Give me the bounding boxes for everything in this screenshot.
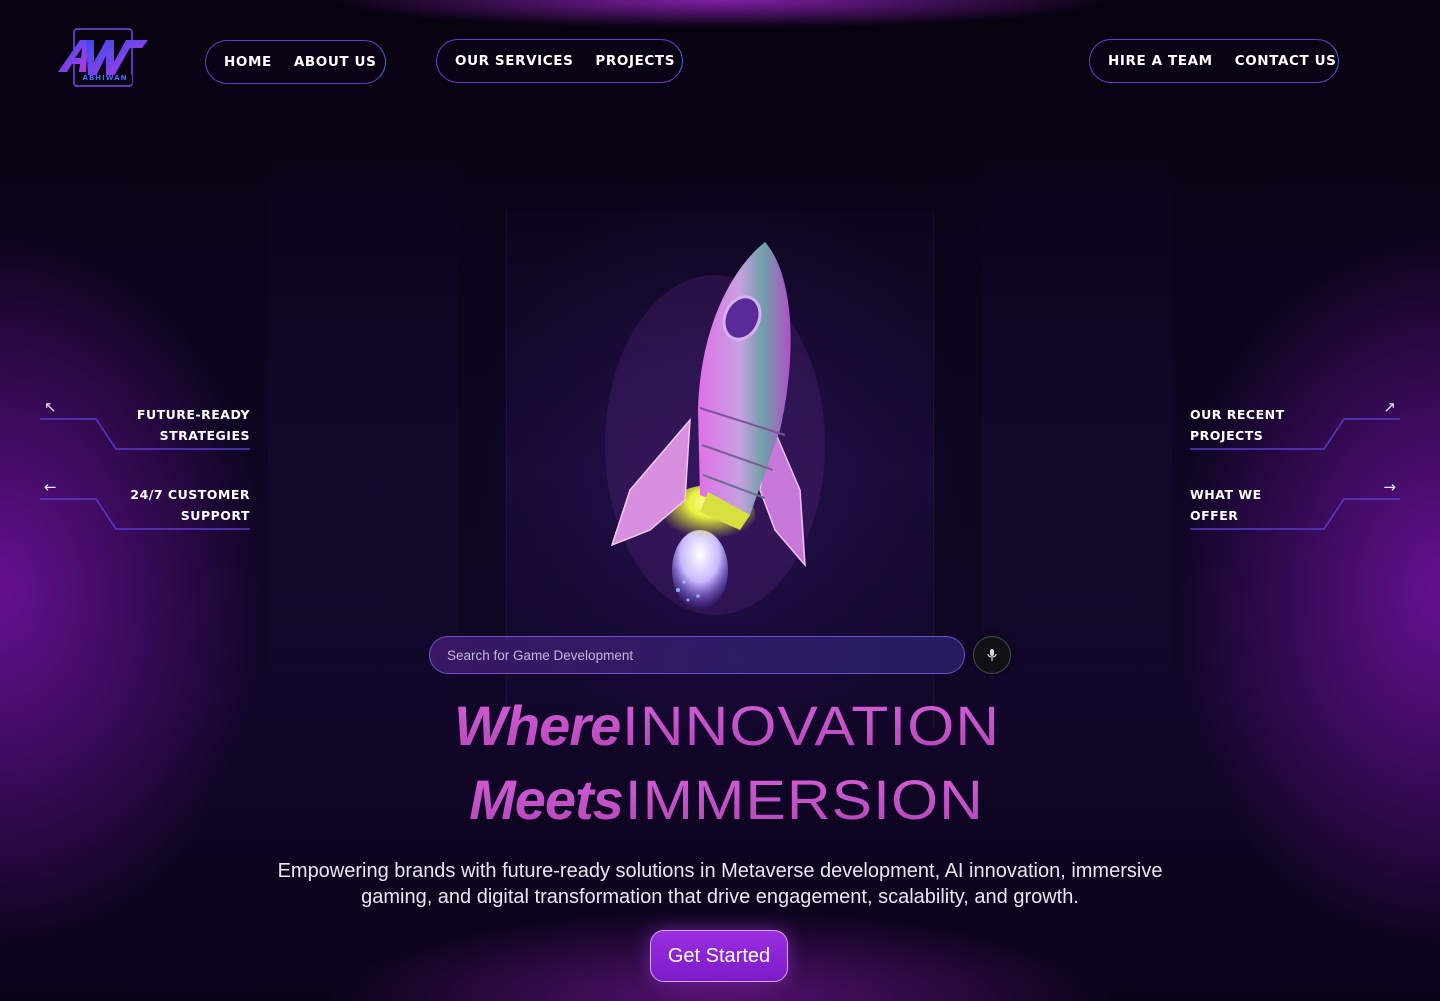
side-link-label-line1: OUR RECENT: [1190, 407, 1285, 422]
side-link-label-line2: PROJECTS: [1190, 428, 1264, 443]
headline-wide-word: IMMERSION: [625, 768, 985, 831]
get-started-button[interactable]: Get Started: [650, 930, 788, 982]
side-link-label-line2: OFFER: [1190, 508, 1239, 523]
nav-hire-team-link[interactable]: HIRE A TEAM: [1108, 53, 1213, 69]
side-link-what-we-offer[interactable]: → WHAT WE OFFER: [1190, 478, 1400, 538]
nav-about-link[interactable]: ABOUT US: [294, 54, 377, 70]
search-input[interactable]: [447, 647, 947, 663]
nav-home-link[interactable]: HOME: [224, 54, 272, 70]
side-link-label-line2: STRATEGIES: [159, 428, 250, 443]
logo-text: ABHIWAN: [82, 74, 128, 82]
side-link-label-line2: SUPPORT: [180, 508, 250, 523]
bg-column: [268, 140, 458, 760]
hero-headline-line1: Where INNOVATION: [0, 696, 1440, 756]
search-bar: [429, 636, 965, 674]
headline-script-word: Meets: [469, 768, 624, 831]
nav-group-primary: HOME ABOUT US: [205, 40, 386, 84]
hero-subtitle: Empowering brands with future-ready solu…: [277, 860, 1163, 908]
side-link-label-line1: FUTURE-READY: [136, 407, 250, 422]
side-link-label-line1: 24/7 CUSTOMER: [130, 487, 250, 502]
bg-column: [982, 140, 1172, 760]
nav-group-contact: HIRE A TEAM CONTACT US: [1089, 39, 1339, 83]
nav-group-services: OUR SERVICES PROJECTS: [436, 39, 683, 83]
voice-search-button[interactable]: [973, 636, 1011, 674]
nav-services-link[interactable]: OUR SERVICES: [455, 53, 573, 69]
nav-projects-link[interactable]: PROJECTS: [595, 53, 675, 69]
headline-script-word: Where: [454, 694, 621, 757]
headline-wide-word: INNOVATION: [621, 694, 1000, 757]
brand-logo[interactable]: ABHIWAN: [56, 28, 152, 88]
side-link-customer-support[interactable]: ← 24/7 CUSTOMER SUPPORT: [40, 478, 250, 538]
side-link-label-line1: WHAT WE: [1190, 487, 1262, 502]
microphone-icon: [987, 649, 997, 661]
hero-headline-line2: Meets IMMERSION: [0, 770, 1440, 830]
nav-contact-link[interactable]: CONTACT US: [1235, 53, 1337, 69]
side-link-future-ready[interactable]: ↖ FUTURE-READY STRATEGIES: [40, 398, 250, 458]
side-link-recent-projects[interactable]: ↗ OUR RECENT PROJECTS: [1190, 398, 1400, 458]
rocket-illustration: [605, 242, 825, 615]
